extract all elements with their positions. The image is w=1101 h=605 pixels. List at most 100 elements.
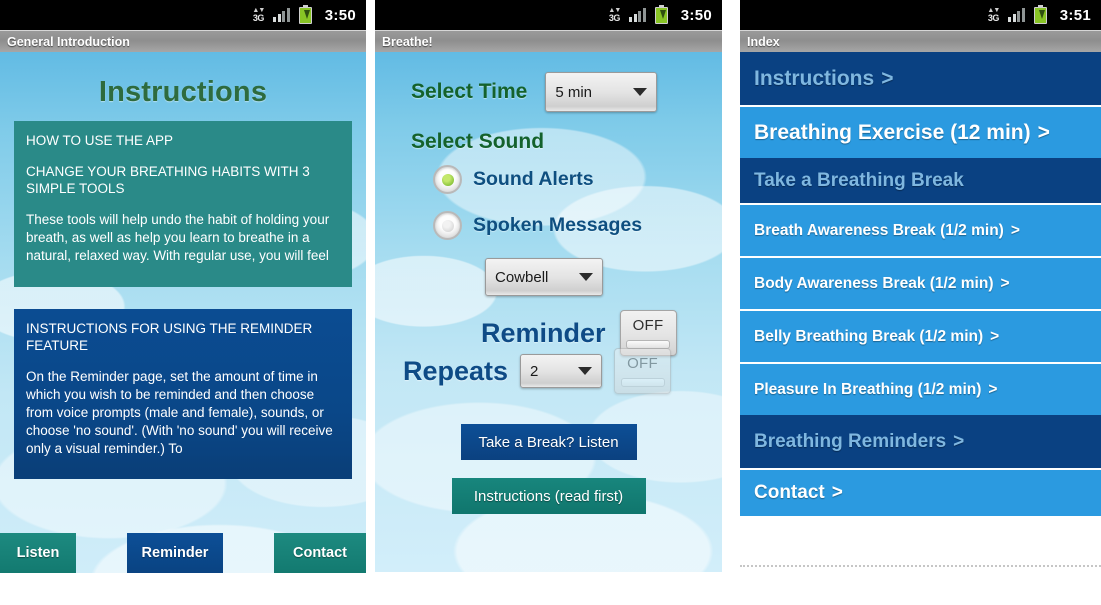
radio-label: Spoken Messages xyxy=(473,214,643,236)
info-card-body: These tools will help undo the habit of … xyxy=(26,212,330,263)
chevron-right-icon: > xyxy=(1000,274,1010,292)
info-card-reminder-instructions[interactable]: INSTRUCTIONS FOR USING THE REMINDER FEAT… xyxy=(14,309,352,479)
status-bar: ▲▼ 3G 3:50 xyxy=(375,0,722,30)
select-time-spinner[interactable]: 5 min xyxy=(545,72,658,112)
app-title: Index xyxy=(747,34,780,49)
select-time-label: Select Time xyxy=(411,80,528,103)
toggle-track xyxy=(620,378,665,387)
index-list: Instructions > Breathing Exercise (12 mi… xyxy=(740,52,1101,605)
battery-charging-icon xyxy=(1033,4,1047,24)
app-title-bar: Breathe! xyxy=(375,30,722,52)
info-card-subheading: CHANGE YOUR BREATHING HABITS WITH 3 SIMP… xyxy=(26,164,310,196)
listen-button[interactable]: Listen xyxy=(0,533,76,573)
info-card-how-to-use[interactable]: HOW TO USE THE APP CHANGE YOUR BREATHING… xyxy=(14,121,352,287)
chevron-right-icon: > xyxy=(990,327,1000,345)
3g-data-icon: ▲▼ 3G xyxy=(608,7,621,23)
list-item-contact[interactable]: Contact > xyxy=(740,468,1101,516)
battery-charging-icon xyxy=(654,4,668,24)
bar-spacer xyxy=(76,533,127,573)
radio-button-icon-selected[interactable] xyxy=(433,165,462,194)
radio-spoken-messages[interactable]: Spoken Messages xyxy=(375,211,722,240)
repeats-toggle-disabled[interactable]: OFF xyxy=(614,348,672,394)
status-bar: ▲▼ 3G 3:51 xyxy=(740,0,1101,30)
list-item-label: Breath Awareness Break (1/2 min) xyxy=(754,221,1004,239)
status-clock: 3:50 xyxy=(680,6,712,24)
info-card-body: On the Reminder page, set the amount of … xyxy=(26,369,333,456)
select-time-value: 5 min xyxy=(555,83,593,101)
select-sound-label: Select Sound xyxy=(411,130,545,153)
chevron-down-icon xyxy=(633,88,648,96)
page-title: Instructions xyxy=(98,76,268,108)
repeats-spinner[interactable]: 2 xyxy=(520,354,603,388)
chevron-down-icon xyxy=(578,367,593,375)
text-fade-overlay xyxy=(14,453,352,479)
list-section-header-take-a-breathing-break: Take a Breathing Break xyxy=(740,158,1101,203)
list-item-label: Contact xyxy=(754,482,825,503)
reminder-button[interactable]: Reminder xyxy=(127,533,223,573)
panel1-body: Instructions HOW TO USE THE APP CHANGE Y… xyxy=(0,52,366,605)
signal-bars-icon xyxy=(1008,8,1025,22)
status-icons: ▲▼ 3G 3:50 xyxy=(252,4,356,24)
chevron-right-icon: > xyxy=(881,66,894,90)
list-item-pleasure-in-breathing[interactable]: Pleasure In Breathing (1/2 min) > xyxy=(740,362,1101,415)
signal-bars-icon xyxy=(273,8,290,22)
radio-button-icon-unselected[interactable] xyxy=(433,211,462,240)
bar-spacer xyxy=(223,533,274,573)
list-item-breathing-exercise[interactable]: Breathing Exercise (12 min) > xyxy=(740,105,1101,158)
status-clock: 3:50 xyxy=(324,6,356,24)
select-sound-row: Cowbell xyxy=(375,258,722,296)
repeats-label: Repeats xyxy=(403,355,509,386)
list-item-label: Body Awareness Break (1/2 min) xyxy=(754,274,994,292)
repeats-value: 2 xyxy=(530,362,539,380)
status-icons: ▲▼ 3G 3:51 xyxy=(987,4,1091,24)
signal-bars-icon xyxy=(629,8,646,22)
text-fade-overlay xyxy=(14,261,352,287)
info-card-heading: HOW TO USE THE APP xyxy=(26,133,174,148)
list-item-label: Breathing Reminders xyxy=(754,430,947,452)
select-time-row: Select Time 5 min xyxy=(375,72,722,112)
app-title-bar: General Introduction xyxy=(0,30,366,52)
reminder-label: Reminder xyxy=(481,317,606,348)
chevron-right-icon: > xyxy=(1010,221,1020,239)
app-title-bar: Index xyxy=(740,30,1101,52)
info-card-heading: INSTRUCTIONS FOR USING THE REMINDER FEAT… xyxy=(26,321,313,353)
phone-screen-index: ▲▼ 3G 3:51 Index Instructions > Breathing… xyxy=(740,0,1101,605)
panel2-body: Select Time 5 min Select Sound Sound Ale… xyxy=(375,52,722,572)
3g-data-icon: ▲▼ 3G xyxy=(987,7,1000,23)
panel1-footer-blank xyxy=(0,573,366,605)
status-clock: 3:51 xyxy=(1059,6,1091,24)
repeats-toggle-label: OFF xyxy=(627,355,658,372)
3g-data-icon: ▲▼ 3G xyxy=(252,7,265,23)
radio-sound-alerts[interactable]: Sound Alerts xyxy=(375,165,722,194)
app-title: Breathe! xyxy=(382,34,433,49)
chevron-right-icon: > xyxy=(1037,120,1050,144)
status-icons: ▲▼ 3G 3:50 xyxy=(608,4,712,24)
radio-label: Sound Alerts xyxy=(473,168,594,190)
screenshot-root: ▲▼ 3G 3:50 General Introduction Instructi… xyxy=(0,0,1101,605)
list-item-instructions[interactable]: Instructions > xyxy=(740,52,1101,105)
list-item-label: Instructions xyxy=(754,66,875,90)
list-item-breathing-reminders[interactable]: Breathing Reminders > xyxy=(740,415,1101,468)
contact-button[interactable]: Contact xyxy=(274,533,366,573)
list-item-label: Belly Breathing Break (1/2 min) xyxy=(754,327,984,345)
cloud-background: Select Time 5 min Select Sound Sound Ale… xyxy=(375,52,722,572)
sound-value: Cowbell xyxy=(495,268,549,286)
list-item-body-awareness-break[interactable]: Body Awareness Break (1/2 min) > xyxy=(740,256,1101,309)
list-item-label: Breathing Exercise (12 min) xyxy=(754,120,1031,144)
phone-screen-general-introduction: ▲▼ 3G 3:50 General Introduction Instructi… xyxy=(0,0,366,605)
list-item-breath-awareness-break[interactable]: Breath Awareness Break (1/2 min) > xyxy=(740,203,1101,256)
phone-screen-breathe: ▲▼ 3G 3:50 Breathe! Select Time 5 min Sel xyxy=(375,0,722,572)
chevron-down-icon xyxy=(579,273,593,281)
list-item-label: Take a Breathing Break xyxy=(754,169,964,191)
list-item-label: Pleasure In Breathing (1/2 min) xyxy=(754,380,982,398)
bottom-button-bar: Listen Reminder Contact xyxy=(0,533,366,573)
sound-spinner[interactable]: Cowbell xyxy=(485,258,603,296)
reminder-toggle-label: OFF xyxy=(632,317,664,334)
instructions-read-first-button[interactable]: Instructions (read first) xyxy=(451,478,646,514)
take-a-break-listen-button[interactable]: Take a Break? Listen xyxy=(460,424,637,460)
list-item-belly-breathing-break[interactable]: Belly Breathing Break (1/2 min) > xyxy=(740,309,1101,362)
cloud-background: Instructions HOW TO USE THE APP CHANGE Y… xyxy=(0,52,366,605)
repeats-row: Repeats 2 OFF xyxy=(375,348,722,394)
chevron-right-icon: > xyxy=(988,380,998,398)
status-bar: ▲▼ 3G 3:50 xyxy=(0,0,366,30)
